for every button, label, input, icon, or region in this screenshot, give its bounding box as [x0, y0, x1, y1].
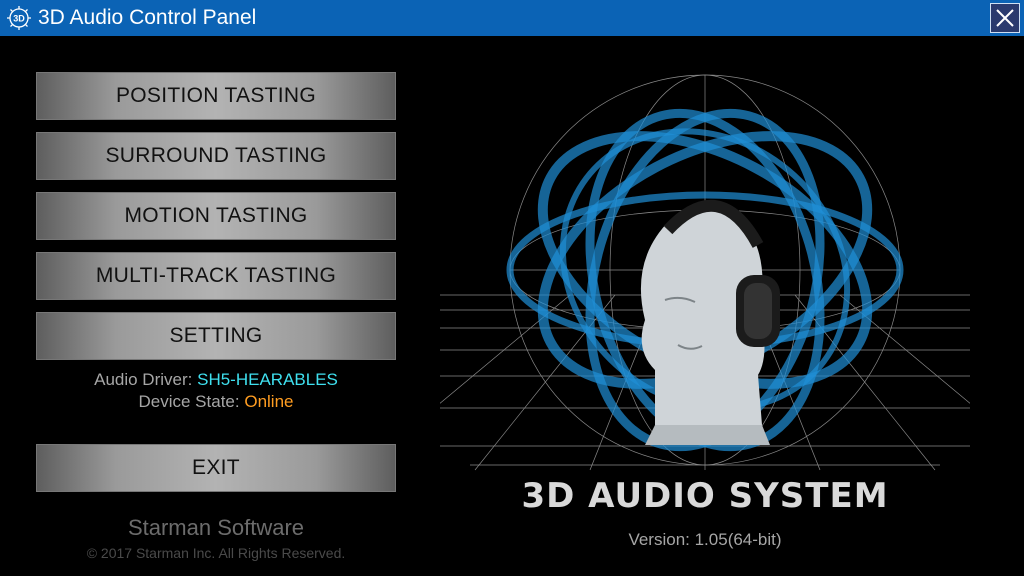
setting-button[interactable]: SETTING — [36, 312, 396, 360]
device-state-value: Online — [244, 392, 294, 411]
close-button[interactable] — [990, 3, 1020, 33]
app-3d-icon: 3D — [7, 6, 31, 30]
motion-tasting-button[interactable]: MOTION TASTING — [36, 192, 396, 240]
exit-button[interactable]: EXIT — [36, 444, 396, 492]
app-icon-label: 3D — [13, 14, 25, 24]
title-bar: 3D 3D Audio Control Panel — [0, 0, 1024, 36]
device-state-row: Device State: Online — [36, 391, 396, 413]
window-title: 3D Audio Control Panel — [38, 6, 257, 29]
version-text: Version: 1.05(64-bit) — [628, 530, 782, 549]
3d-audio-hero-image — [440, 74, 970, 471]
surround-tasting-button[interactable]: SURROUND TASTING — [36, 132, 396, 180]
multi-track-tasting-button[interactable]: MULTI-TRACK TASTING — [36, 252, 396, 300]
close-icon — [996, 9, 1014, 27]
product-title: 3D AUDIO SYSTEM — [521, 476, 889, 516]
position-tasting-button[interactable]: POSITION TASTING — [36, 72, 396, 120]
audio-driver-row: Audio Driver: SH5-HEARABLES — [36, 369, 396, 391]
device-state-label: Device State: — [138, 392, 240, 411]
audio-driver-label: Audio Driver: — [94, 370, 193, 389]
company-name: Starman Software — [127, 515, 305, 540]
audio-driver-value: SH5-HEARABLES — [197, 370, 338, 389]
copyright-text: © 2017 Starman Inc. All Rights Reserved. — [86, 545, 346, 561]
